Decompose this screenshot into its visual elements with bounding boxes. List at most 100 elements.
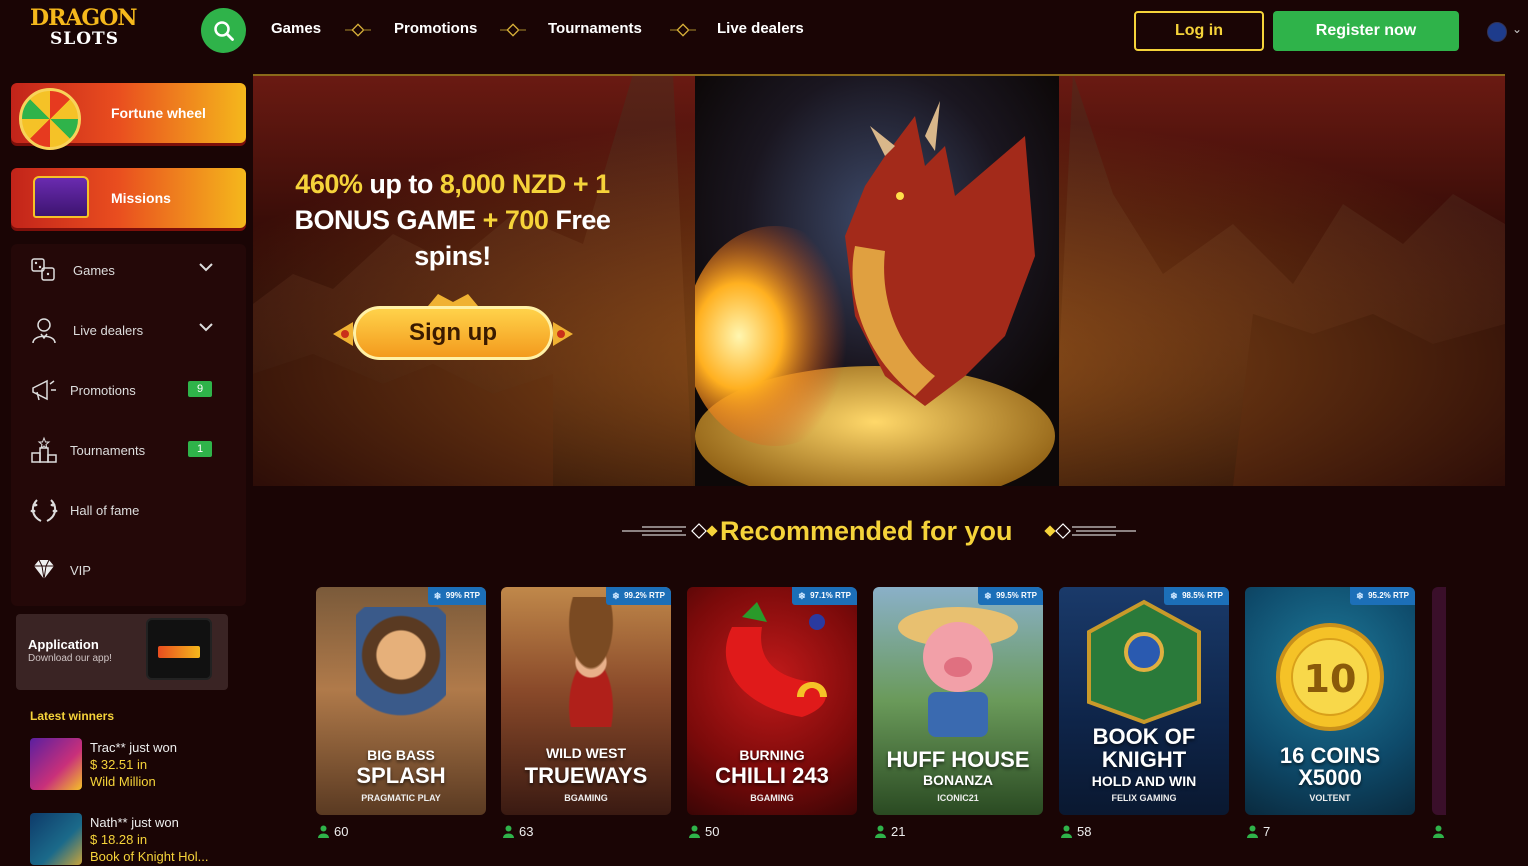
user-icon <box>503 825 514 838</box>
fortune-wheel-icon <box>19 88 81 150</box>
sidebar-item-vip[interactable]: VIP <box>11 548 246 588</box>
logo-text-line1: DRAGON <box>30 5 137 31</box>
winner-game-link[interactable]: Wild Million <box>90 774 220 789</box>
title-ornament-right-icon <box>1044 523 1136 539</box>
game-card-huff-house-bonanza[interactable]: 99.5% RTP HUFF HOUSE BONANZA ICONIC21 <box>873 587 1043 815</box>
nz-flag-icon[interactable] <box>1487 22 1507 42</box>
rtp-badge: 99.2% RTP <box>606 587 671 605</box>
game-provider: ICONIC21 <box>937 793 979 803</box>
treasure-chest-icon <box>33 176 89 218</box>
dragon-slots-logo[interactable]: DRAGON SLOTS <box>30 5 140 53</box>
sidebar: Fortune wheel Missions Games Live dealer… <box>0 62 252 866</box>
user-icon <box>1433 825 1444 838</box>
tournaments-count-badge: 1 <box>188 441 212 457</box>
game-title-main: HOLD AND WIN <box>1091 773 1197 789</box>
sidebar-item-games[interactable]: Games <box>11 248 246 288</box>
nav-live-dealers[interactable]: Live dealers <box>717 20 804 37</box>
user-icon <box>1247 825 1258 838</box>
nav-tournaments[interactable]: Tournaments <box>548 20 642 37</box>
diamond-separator-icon <box>345 23 371 37</box>
hero-free-spins-count: + 700 <box>482 205 549 235</box>
hero-banner[interactable]: 460% up to 8,000 NZD + 1 BONUS GAME + 70… <box>253 74 1505 486</box>
player-count-value: 50 <box>705 824 720 839</box>
sidebar-item-live-dealers[interactable]: Live dealers <box>11 308 246 348</box>
player-count: 60 <box>318 824 348 840</box>
game-title-main: X5000 <box>1298 765 1362 790</box>
sign-up-pill: Sign up <box>353 306 553 360</box>
game-title-main: SPLASH <box>356 763 446 788</box>
hero-bonus-amount: 8,000 NZD <box>439 169 567 199</box>
sign-up-button[interactable]: Sign up <box>333 292 573 376</box>
chevron-down-icon[interactable]: ⌄ <box>1512 22 1522 36</box>
winner-item[interactable]: Nath** just won $ 18.28 in Book of Knigh… <box>30 813 245 865</box>
login-button[interactable]: Log in <box>1134 11 1264 51</box>
search-button[interactable] <box>201 8 246 53</box>
hero-text: up to <box>362 169 440 199</box>
game-provider: VOLTENT <box>1309 793 1351 803</box>
missions-card[interactable]: Missions <box>11 168 246 228</box>
nav-promotions[interactable]: Promotions <box>394 20 477 37</box>
recommended-title: Recommended for you <box>720 516 1013 546</box>
fortune-wheel-card[interactable]: Fortune wheel <box>11 83 246 150</box>
winner-item[interactable]: Trac** just won $ 32.51 in Wild Million <box>30 738 245 790</box>
dragon-illustration <box>695 76 1059 486</box>
player-count-value: 58 <box>1077 824 1092 839</box>
sidebar-item-hall-of-fame[interactable]: Hall of fame <box>11 488 246 528</box>
promotions-count-badge: 9 <box>188 381 212 397</box>
chevron-down-icon[interactable] <box>199 322 213 332</box>
winner-game-link[interactable]: Book of Knight Hol... <box>90 849 220 864</box>
laurel-icon <box>30 499 58 522</box>
game-card-big-bass-splash[interactable]: 99% RTP BIG BASS SPLASH PRAGMATIC PLAY <box>316 587 486 815</box>
nav-games[interactable]: Games <box>271 20 321 37</box>
app-download-card[interactable]: Application Download our app! <box>16 614 228 690</box>
game-provider: BGAMING <box>564 793 608 803</box>
player-count: 21 <box>875 824 905 840</box>
logo-text-line2: SLOTS <box>50 29 119 49</box>
game-card-wild-west-trueways[interactable]: 99.2% RTP WILD WEST TRUEWAYS BGAMING <box>501 587 671 815</box>
hero-headline: 460% up to 8,000 NZD + 1 BONUS GAME + 70… <box>280 166 625 274</box>
chevron-down-icon[interactable] <box>199 262 213 272</box>
game-provider: PRAGMATIC PLAY <box>361 793 441 803</box>
hero-text: spins! <box>414 241 491 271</box>
game-card-burning-chilli-243[interactable]: 97.1% RTP BURNING CHILLI 243 BGAMING <box>687 587 857 815</box>
game-thumbnail <box>30 738 82 790</box>
game-title-main: TRUEWAYS <box>524 763 648 788</box>
game-provider: FELIX GAMING <box>1111 793 1177 803</box>
sidebar-item-label: Games <box>73 263 115 278</box>
hero-text: Free <box>548 205 611 235</box>
sidebar-item-promotions[interactable]: Promotions 9 <box>11 368 246 408</box>
player-count-value: 63 <box>519 824 534 839</box>
player-count-value: 21 <box>891 824 906 839</box>
search-icon <box>213 20 234 41</box>
game-card-book-of-knight[interactable]: 98.5% RTP BOOK OF KNIGHT HOLD AND WIN FE… <box>1059 587 1229 815</box>
game-title-main: CHILLI 243 <box>715 763 829 788</box>
rtp-badge: 99% RTP <box>427 587 486 605</box>
rtp-badge: 97.1% RTP <box>792 587 857 605</box>
player-count: 50 <box>689 824 719 840</box>
user-icon <box>1061 825 1072 838</box>
hero-text: + 1 <box>565 169 610 199</box>
sidebar-item-tournaments[interactable]: Tournaments 1 <box>11 428 246 468</box>
game-title-main: BONANZA <box>923 772 993 788</box>
diamond-separator-icon <box>500 23 526 37</box>
game-title-top: BOOK OF KNIGHT <box>1092 724 1196 772</box>
game-art-image <box>356 607 446 727</box>
game-provider: BGAMING <box>750 793 794 803</box>
player-count-value: 7 <box>1263 824 1271 839</box>
sign-up-label: Sign up <box>409 319 497 346</box>
game-title-top: BIG BASS <box>367 747 435 763</box>
winner-user: Nath** just won <box>90 815 179 830</box>
game-card-partial[interactable] <box>1432 587 1446 815</box>
register-button[interactable]: Register now <box>1273 11 1459 51</box>
top-header: DRAGON SLOTS Games Promotions Tournament… <box>0 0 1528 62</box>
podium-icon <box>31 436 57 463</box>
rtp-badge: 95.2% RTP <box>1350 587 1415 605</box>
svg-text:10: 10 <box>1304 657 1357 701</box>
game-art-image <box>898 607 1018 737</box>
game-card-16-coins-x5000[interactable]: 10 95.2% RTP 16 COINS X5000 VOLTENT <box>1245 587 1415 815</box>
sidebar-item-label: Tournaments <box>70 443 146 458</box>
game-title-top: WILD WEST <box>545 745 627 761</box>
app-card-subtitle: Download our app! <box>28 653 112 664</box>
sidebar-menu: Games Live dealers Promotions 9 Tourname… <box>11 244 246 606</box>
game-thumbnail <box>30 813 82 865</box>
